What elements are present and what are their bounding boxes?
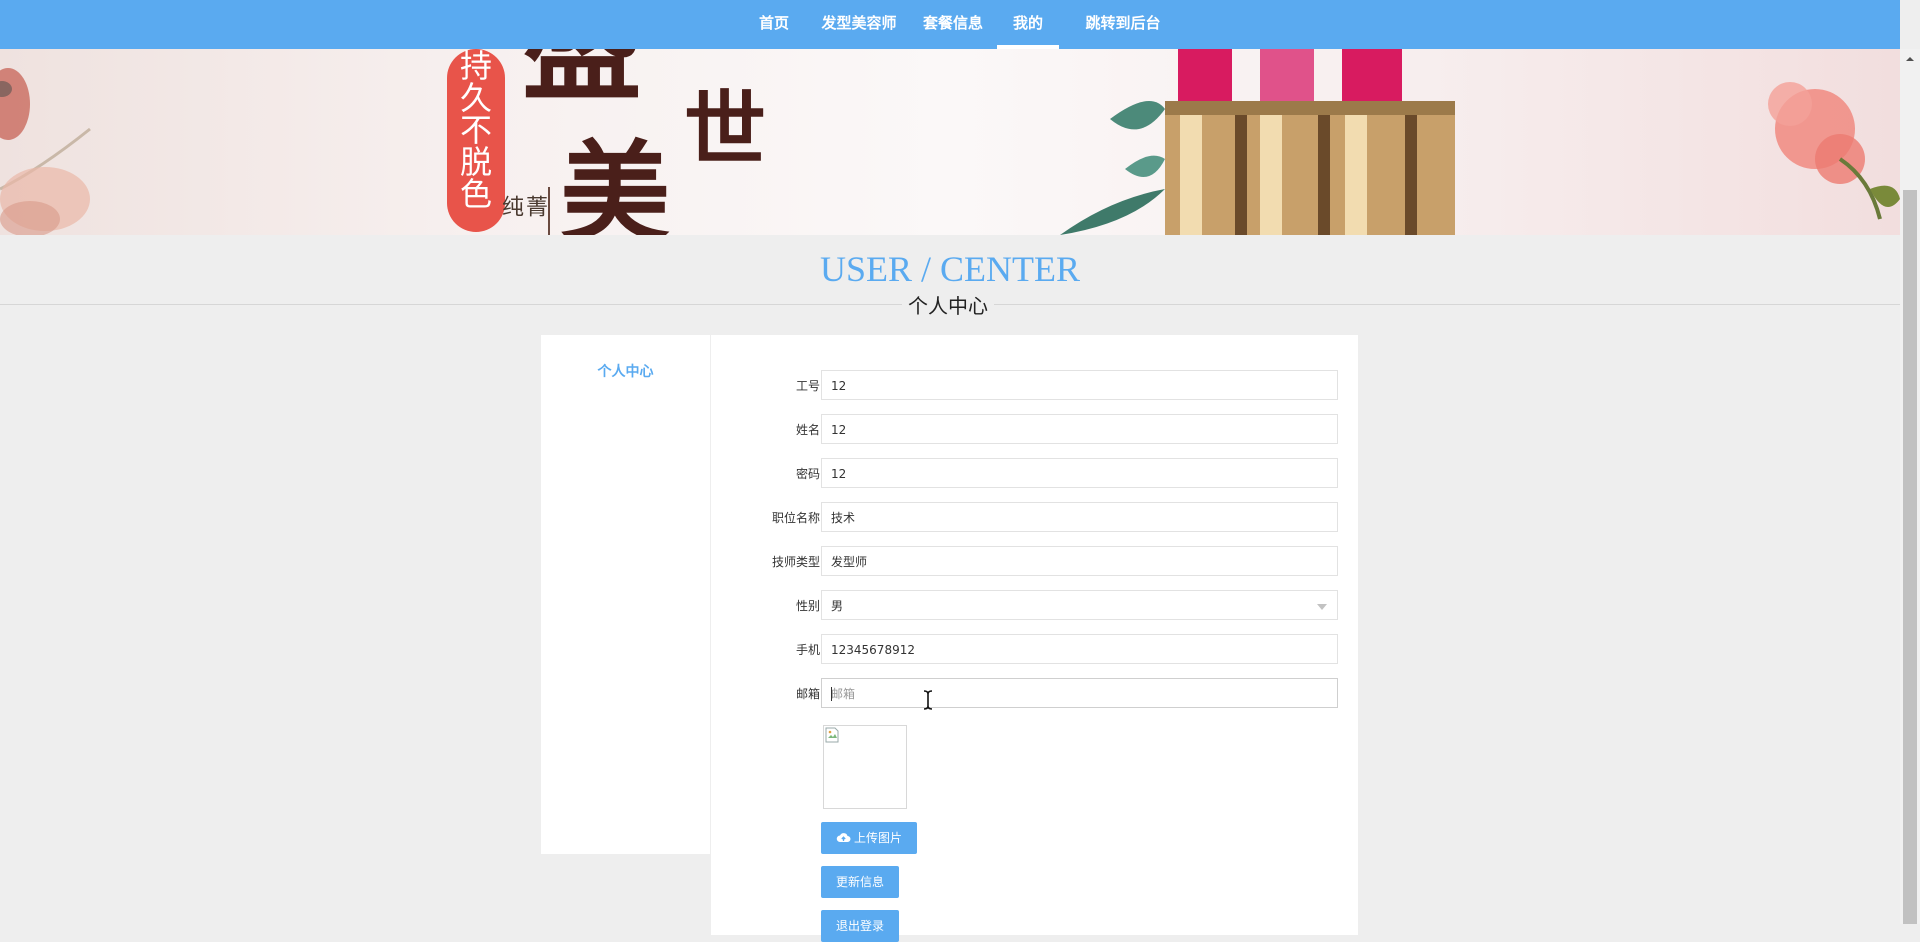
sidebar: 个人中心: [541, 335, 710, 854]
gender-label: 性别: [795, 599, 820, 613]
position-label: 职位名称: [771, 511, 820, 525]
email-input[interactable]: 邮箱: [821, 678, 1338, 708]
top-navbar: 首页 发型美容师 套餐信息 我的 跳转到后台: [0, 0, 1900, 49]
upload-image-button[interactable]: 上传图片: [821, 822, 918, 854]
form-row-phone: 手机 12345678912: [711, 634, 1358, 666]
avatar-preview: [823, 725, 907, 809]
form-row-position: 职位名称 技术: [711, 502, 1358, 534]
banner-small-text: 菁纯: [498, 195, 547, 217]
nav-item-admin[interactable]: 跳转到后台: [1068, 0, 1178, 49]
logout-button[interactable]: 退出登录: [821, 910, 900, 942]
scroll-up-arrow[interactable]: [1900, 49, 1920, 69]
update-info-button[interactable]: 更新信息: [821, 866, 900, 898]
name-label: 姓名: [795, 423, 820, 437]
position-input[interactable]: 技术: [821, 502, 1338, 532]
text-caret: [831, 687, 832, 701]
upload-button-label: 上传图片: [854, 831, 903, 845]
banner-char-2: 世: [684, 82, 767, 178]
page-title-cn: 个人中心: [902, 290, 994, 319]
chevron-up-icon: [1906, 57, 1914, 61]
form-row-employee-id: 工号 12: [711, 370, 1358, 402]
password-label: 密码: [795, 467, 820, 481]
chevron-down-icon: [1317, 604, 1327, 610]
banner-vertical-text: 持久不脱色: [455, 49, 493, 209]
form-row-gender: 性别 男: [711, 590, 1358, 622]
banner-char-3: 美: [560, 129, 670, 236]
form-row-password: 密码 12: [711, 458, 1358, 490]
nav-item-mine[interactable]: 我的: [997, 0, 1059, 49]
banner-image: 持久不脱色 盛 世 美 菁纯: [0, 49, 1900, 235]
nav-menu: 首页 发型美容师 套餐信息 我的 跳转到后台: [0, 0, 1900, 49]
email-label: 邮箱: [795, 687, 820, 701]
technician-type-input[interactable]: 发型师: [821, 546, 1338, 576]
nav-item-packages[interactable]: 套餐信息: [914, 0, 992, 49]
employee-id-label: 工号: [795, 379, 820, 393]
password-input[interactable]: 12: [821, 458, 1338, 488]
nav-item-home[interactable]: 首页: [743, 0, 805, 49]
page-title-en: USER / CENTER: [819, 249, 1080, 289]
gender-selected-value: 男: [831, 599, 844, 613]
form-row-email: 邮箱 邮箱: [711, 678, 1358, 710]
name-input[interactable]: 12: [821, 414, 1338, 444]
employee-id-input[interactable]: 12: [821, 370, 1338, 400]
gender-select[interactable]: 男: [821, 590, 1338, 620]
cloud-upload-icon: [836, 833, 851, 842]
phone-label: 手机: [795, 643, 820, 657]
sidebar-item-user-center[interactable]: 个人中心: [541, 361, 710, 381]
profile-form-panel: 工号 12 姓名 12 密码 12 职位名称 技术 技师类型 发型师 性别 男 …: [711, 335, 1358, 942]
email-placeholder: 邮箱: [831, 687, 856, 701]
scrollbar-thumb[interactable]: [1903, 190, 1917, 924]
form-row-name: 姓名 12: [711, 414, 1358, 446]
form-row-technician-type: 技师类型 发型师: [711, 546, 1358, 578]
phone-input[interactable]: 12345678912: [821, 634, 1338, 664]
banner-char-1: 盛: [522, 49, 642, 107]
technician-type-label: 技师类型: [771, 555, 820, 569]
banner-artwork: [0, 49, 1900, 235]
nav-item-stylists[interactable]: 发型美容师: [812, 0, 906, 49]
broken-image-icon: [825, 727, 839, 743]
text-cursor-icon: [923, 690, 933, 710]
